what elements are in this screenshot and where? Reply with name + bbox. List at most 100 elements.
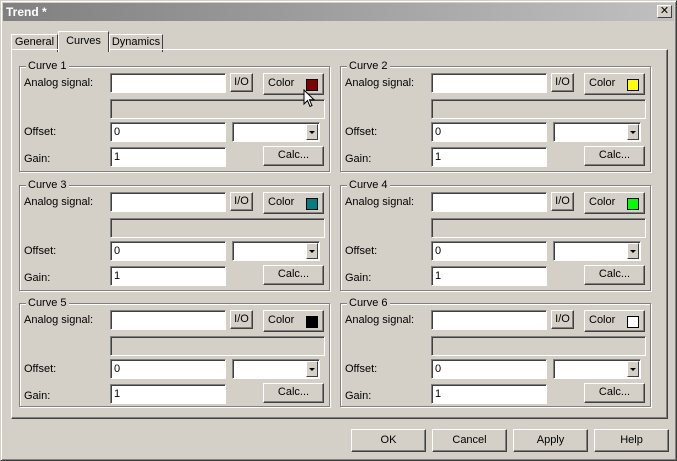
apply-label: Apply: [536, 434, 565, 446]
gain-label: Gain:: [345, 390, 372, 402]
gain-input-6[interactable]: 1: [431, 384, 547, 404]
close-button[interactable]: ✕: [657, 5, 672, 18]
color-label: Color: [589, 314, 616, 326]
io-label: I/O: [555, 195, 570, 207]
offset-input-3[interactable]: 0: [110, 241, 226, 261]
help-button[interactable]: Help: [594, 429, 669, 452]
offset-input-2[interactable]: 0: [431, 122, 547, 142]
io-label: I/O: [234, 313, 249, 325]
ok-button[interactable]: OK: [351, 429, 426, 452]
curve-group-6: Curve 6 Analog signal: I/O Color Offset:…: [340, 297, 651, 407]
gain-input-3[interactable]: 1: [110, 266, 226, 286]
analog-signal-input-1[interactable]: [110, 73, 226, 93]
analog-signal-label: Analog signal:: [345, 314, 415, 326]
calc-button-3[interactable]: Calc...: [263, 265, 324, 285]
analog-signal-label: Analog signal:: [345, 77, 415, 89]
offset-dropdown-5[interactable]: [232, 359, 320, 379]
analog-signal-label: Analog signal:: [24, 314, 94, 326]
tab-general-label: General: [14, 36, 55, 48]
offset-dropdown-4[interactable]: [553, 241, 641, 261]
curve-5-title: Curve 5: [26, 297, 69, 309]
io-button-3[interactable]: I/O: [230, 192, 253, 211]
offset-input-5[interactable]: 0: [110, 359, 226, 379]
offset-dropdown-3[interactable]: [232, 241, 320, 261]
calc-button-6[interactable]: Calc...: [584, 383, 645, 403]
analog-signal-input-2[interactable]: [431, 73, 547, 93]
mouse-pointer-icon: [303, 89, 316, 108]
color-button-6[interactable]: Color: [584, 310, 645, 332]
signal-description-1: [110, 99, 325, 119]
io-label: I/O: [234, 195, 249, 207]
chevron-down-icon[interactable]: [627, 124, 639, 140]
gain-input-1[interactable]: 1: [110, 147, 226, 167]
signal-description-6: [431, 336, 646, 356]
signal-description-2: [431, 99, 646, 119]
analog-signal-input-4[interactable]: [431, 192, 547, 212]
tab-curves[interactable]: Curves: [58, 31, 109, 52]
cancel-button[interactable]: Cancel: [432, 429, 507, 452]
curve-4-title: Curve 4: [347, 179, 390, 191]
color-button-3[interactable]: Color: [263, 192, 324, 214]
analog-signal-label: Analog signal:: [345, 196, 415, 208]
help-label: Help: [620, 434, 643, 446]
curve-group-4: Curve 4 Analog signal: I/O Color Offset:…: [340, 179, 651, 291]
analog-signal-label: Analog signal:: [24, 196, 94, 208]
offset-input-1[interactable]: 0: [110, 122, 226, 142]
color-swatch-3: [306, 198, 318, 210]
analog-signal-input-3[interactable]: [110, 192, 226, 212]
io-button-1[interactable]: I/O: [230, 73, 253, 92]
chevron-down-icon[interactable]: [627, 243, 639, 259]
io-button-4[interactable]: I/O: [551, 192, 574, 211]
chevron-down-icon[interactable]: [306, 243, 318, 259]
calc-button-1[interactable]: Calc...: [263, 146, 324, 166]
analog-signal-label: Analog signal:: [24, 77, 94, 89]
color-swatch-4: [627, 198, 639, 210]
calc-label: Calc...: [598, 149, 631, 161]
offset-input-4[interactable]: 0: [431, 241, 547, 261]
offset-dropdown-6[interactable]: [553, 359, 641, 379]
gain-input-4[interactable]: 1: [431, 266, 547, 286]
io-button-2[interactable]: I/O: [551, 73, 574, 92]
offset-input-6[interactable]: 0: [431, 359, 547, 379]
io-button-6[interactable]: I/O: [551, 310, 574, 329]
io-label: I/O: [555, 76, 570, 88]
curve-group-1: Curve 1 Analog signal: I/O Color Offset:…: [19, 60, 330, 172]
title-bar[interactable]: Trend *: [3, 3, 674, 21]
color-button-4[interactable]: Color: [584, 192, 645, 214]
offset-dropdown-1[interactable]: [232, 122, 320, 142]
offset-label: Offset:: [345, 245, 378, 257]
analog-signal-input-6[interactable]: [431, 310, 547, 330]
gain-input-2[interactable]: 1: [431, 147, 547, 167]
gain-label: Gain:: [345, 153, 372, 165]
calc-label: Calc...: [598, 386, 631, 398]
gain-label: Gain:: [24, 153, 51, 165]
chevron-down-icon[interactable]: [627, 361, 639, 377]
curve-group-2: Curve 2 Analog signal: I/O Color Offset:…: [340, 60, 651, 172]
calc-button-2[interactable]: Calc...: [584, 146, 645, 166]
tab-curves-label: Curves: [66, 35, 101, 47]
io-button-5[interactable]: I/O: [230, 310, 253, 329]
curve-3-title: Curve 3: [26, 179, 69, 191]
trend-dialog: Trend * ✕ General Curves Dynamics Curve …: [0, 0, 677, 461]
offset-label: Offset:: [24, 126, 57, 138]
color-swatch-2: [627, 79, 639, 91]
calc-label: Calc...: [277, 268, 310, 280]
apply-button[interactable]: Apply: [513, 429, 588, 452]
offset-dropdown-2[interactable]: [553, 122, 641, 142]
curve-1-title: Curve 1: [26, 60, 69, 72]
color-label: Color: [268, 77, 295, 89]
io-label: I/O: [234, 76, 249, 88]
analog-signal-input-5[interactable]: [110, 310, 226, 330]
window-title: Trend *: [6, 5, 47, 19]
calc-button-5[interactable]: Calc...: [263, 383, 324, 403]
signal-description-3: [110, 218, 325, 238]
color-button-5[interactable]: Color: [263, 310, 324, 332]
chevron-down-icon[interactable]: [306, 361, 318, 377]
gain-input-5[interactable]: 1: [110, 384, 226, 404]
calc-button-4[interactable]: Calc...: [584, 265, 645, 285]
offset-label: Offset:: [345, 363, 378, 375]
curve-6-title: Curve 6: [347, 297, 390, 309]
signal-description-5: [110, 336, 325, 356]
color-button-2[interactable]: Color: [584, 73, 645, 95]
chevron-down-icon[interactable]: [306, 124, 318, 140]
